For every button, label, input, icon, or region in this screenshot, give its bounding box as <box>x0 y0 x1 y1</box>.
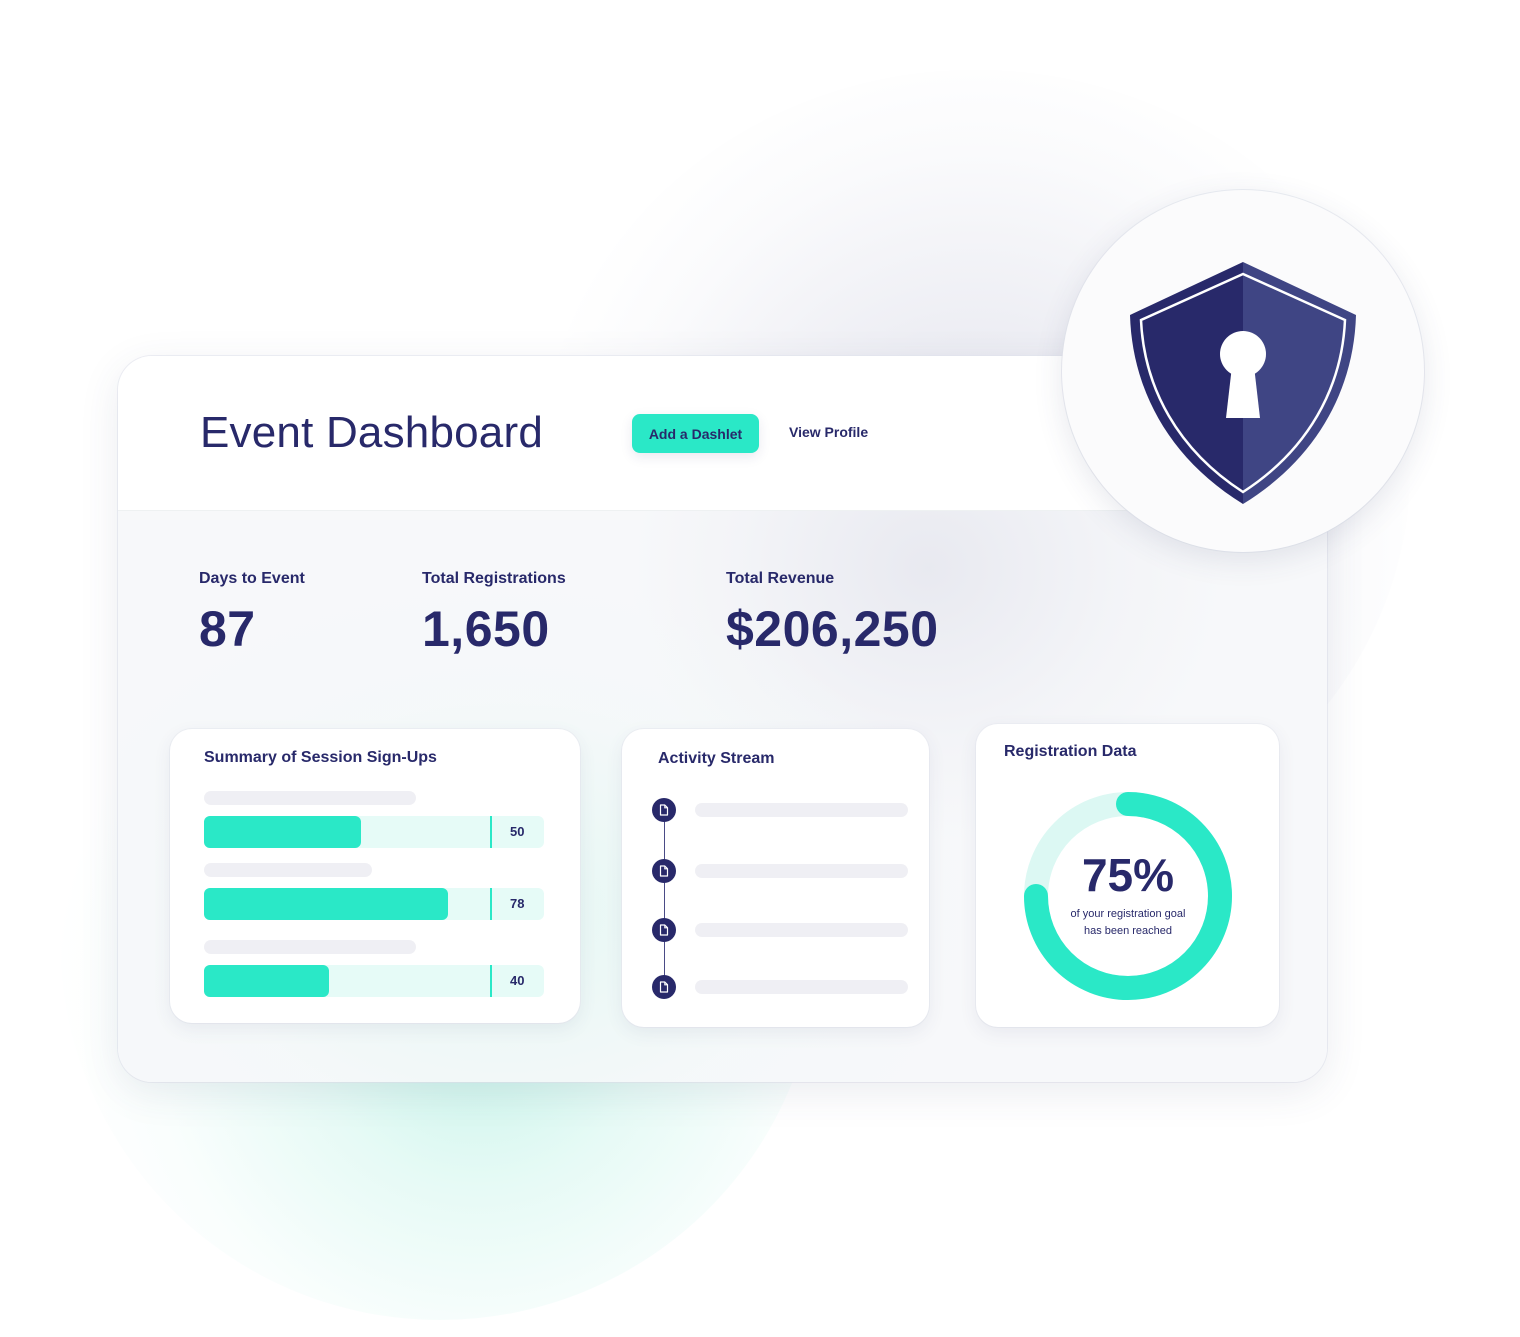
bar-value: 78 <box>510 896 525 911</box>
bar-divider <box>490 888 492 920</box>
card-title: Activity Stream <box>658 750 775 767</box>
activity-text-placeholder <box>695 923 908 937</box>
bar-value: 40 <box>510 973 525 988</box>
bar-track: 78 <box>204 888 544 920</box>
bar-divider <box>490 965 492 997</box>
metric-value: $206,250 <box>726 601 939 657</box>
activity-text-placeholder <box>695 864 908 878</box>
bar-label-placeholder <box>204 940 416 954</box>
activity-stream-card[interactable]: Activity Stream <box>622 729 929 1027</box>
session-signups-card[interactable]: Summary of Session Sign-Ups 50 78 40 <box>170 729 580 1023</box>
metric-label: Total Registrations <box>422 570 566 587</box>
bar-value: 50 <box>510 824 525 839</box>
activity-text-placeholder <box>695 980 908 994</box>
view-profile-link[interactable]: View Profile <box>789 424 868 440</box>
registration-donut: 75% of your registration goal has been r… <box>1020 788 1236 1004</box>
bar-track: 50 <box>204 816 544 848</box>
bar-label-placeholder <box>204 791 416 805</box>
activity-item[interactable] <box>652 975 910 999</box>
donut-caption: of your registration goal has been reach… <box>1020 906 1236 940</box>
bar-fill <box>204 965 329 997</box>
bar-label-placeholder <box>204 863 372 877</box>
registration-data-card[interactable]: Registration Data 75% of your registrati… <box>976 724 1279 1027</box>
document-icon <box>652 859 676 883</box>
caption-line: of your registration goal <box>1070 908 1186 920</box>
metric-total-revenue: Total Revenue $206,250 <box>726 570 939 658</box>
card-title: Registration Data <box>1004 743 1137 760</box>
bar-fill <box>204 816 361 848</box>
activity-item[interactable] <box>652 918 910 942</box>
shield-keyhole-icon <box>1130 262 1356 504</box>
document-icon <box>652 975 676 999</box>
page-title: Event Dashboard <box>200 408 543 457</box>
timeline-line <box>664 813 665 993</box>
metric-label: Total Revenue <box>726 570 835 587</box>
metric-value: 1,650 <box>422 601 550 657</box>
metric-total-registrations: Total Registrations 1,650 <box>422 570 566 658</box>
metric-value: 87 <box>199 601 256 657</box>
bar-track: 40 <box>204 965 544 997</box>
document-icon <box>652 798 676 822</box>
add-dashlet-button[interactable]: Add a Dashlet <box>632 414 759 453</box>
donut-percent: 75% <box>1081 849 1175 901</box>
bar-divider <box>490 816 492 848</box>
card-title: Summary of Session Sign-Ups <box>204 749 437 766</box>
caption-line: has been reached <box>1083 925 1173 937</box>
metric-label: Days to Event <box>199 570 305 587</box>
document-icon <box>652 918 676 942</box>
activity-text-placeholder <box>695 803 908 817</box>
metric-days-to-event: Days to Event 87 <box>199 570 305 658</box>
activity-item[interactable] <box>652 859 910 883</box>
bar-fill <box>204 888 448 920</box>
activity-item[interactable] <box>652 798 910 822</box>
security-badge <box>1062 190 1424 552</box>
